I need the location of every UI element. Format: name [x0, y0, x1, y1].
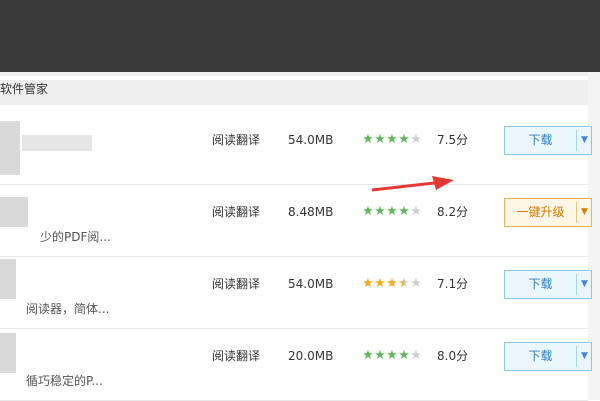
app-size: 20.0MB — [288, 349, 334, 363]
star-icon: ★ — [362, 276, 374, 291]
app-description: 循巧稳定的P... — [26, 374, 103, 388]
app-icon — [0, 197, 28, 227]
page-title: 软件管家 — [0, 82, 49, 96]
star-icon: ★ — [362, 132, 374, 147]
list-item: 少的PDF阅... 阅读翻译 8.48MB ★★★★★ 8.2分 一键升级 ▼ — [0, 185, 592, 257]
chevron-down-icon[interactable]: ▼ — [577, 343, 592, 370]
star-icon: ★ — [410, 348, 422, 363]
star-icon: ★ — [398, 348, 410, 363]
download-button[interactable]: 下载 ▼ — [504, 342, 592, 371]
rating-stars: ★★★★★ — [362, 204, 422, 220]
app-score: 8.2分 — [437, 205, 469, 219]
app-description — [10, 157, 210, 173]
upgrade-button-label: 一键升级 — [516, 205, 565, 219]
app-category: 阅读翻译 — [212, 349, 261, 363]
chevron-down-icon[interactable]: ▼ — [577, 271, 592, 298]
star-half-icon: ★ — [398, 276, 410, 291]
app-description: 阅读器，简体... — [26, 302, 110, 316]
star-icon: ★ — [410, 204, 422, 219]
star-icon: ★ — [374, 276, 386, 291]
star-icon: ★ — [374, 204, 386, 219]
star-icon: ★ — [398, 132, 410, 147]
star-icon: ★ — [386, 276, 398, 291]
download-button-label: 下载 — [528, 349, 553, 363]
list-item: 阅读器，简体... 阅读翻译 54.0MB ★★★★★ 7.1分 下载 ▼ — [0, 257, 592, 329]
app-icon — [0, 259, 16, 299]
rating-stars: ★★★★★ — [362, 132, 422, 148]
star-icon: ★ — [374, 132, 386, 147]
star-icon: ★ — [386, 132, 398, 147]
app-score: 7.1分 — [437, 277, 469, 291]
app-size: 54.0MB — [288, 277, 334, 291]
window-top-bar — [0, 0, 600, 76]
upgrade-button[interactable]: 一键升级 ▼ — [504, 198, 592, 227]
app-category: 阅读翻译 — [212, 133, 261, 147]
list-item: 循巧稳定的P... 阅读翻译 20.0MB ★★★★★ 8.0分 下载 ▼ — [0, 329, 592, 401]
star-icon: ★ — [386, 348, 398, 363]
star-icon: ★ — [398, 204, 410, 219]
download-button-label: 下载 — [528, 277, 553, 291]
chevron-down-icon[interactable]: ▼ — [577, 199, 592, 226]
app-description: 少的PDF阅... — [40, 230, 111, 244]
download-button-label: 下载 — [528, 133, 553, 147]
star-icon: ★ — [374, 348, 386, 363]
app-name — [22, 135, 92, 151]
app-category: 阅读翻译 — [212, 205, 261, 219]
star-icon: ★ — [410, 132, 422, 147]
app-score: 8.0分 — [437, 349, 469, 363]
annotation-arrow-icon — [372, 176, 454, 192]
rating-stars: ★★★★★ — [362, 276, 422, 292]
list-item: 阅读翻译 54.0MB ★★★★★ 7.5分 下载 ▼ — [0, 113, 592, 185]
rating-stars: ★★★★★ — [362, 348, 422, 364]
chevron-down-icon[interactable]: ▼ — [577, 127, 592, 154]
download-button[interactable]: 下载 ▼ — [504, 270, 592, 299]
star-icon: ★ — [362, 204, 374, 219]
top-bar-gap — [0, 76, 600, 80]
app-size: 54.0MB — [288, 133, 334, 147]
download-button[interactable]: 下载 ▼ — [504, 126, 592, 155]
app-score: 7.5分 — [437, 133, 469, 147]
app-category: 阅读翻译 — [212, 277, 261, 291]
app-icon — [0, 333, 16, 373]
star-icon: ★ — [410, 276, 422, 291]
star-icon: ★ — [386, 204, 398, 219]
app-size: 8.48MB — [288, 205, 334, 219]
star-icon: ★ — [362, 348, 374, 363]
